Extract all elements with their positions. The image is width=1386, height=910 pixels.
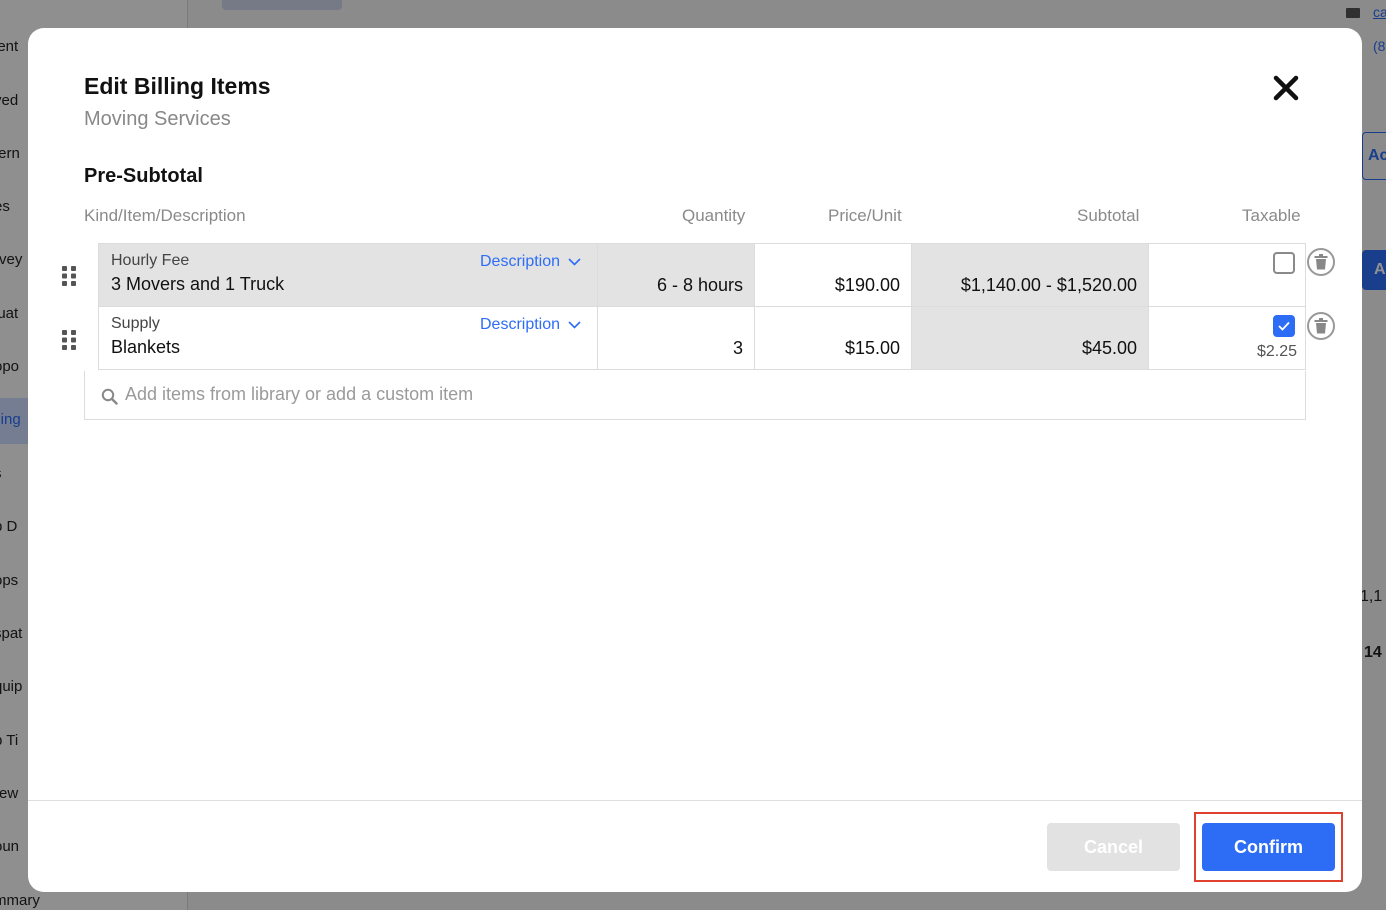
item-cell[interactable]: Hourly Fee 3 Movers and 1 Truck Descript… xyxy=(99,244,598,306)
quantity-cell[interactable]: 3 xyxy=(598,307,755,369)
item-cell[interactable]: Supply Blankets Description xyxy=(99,307,598,369)
chevron-down-icon xyxy=(568,258,581,266)
item-name: 3 Movers and 1 Truck xyxy=(111,274,285,294)
taxable-checkbox[interactable] xyxy=(1273,315,1295,337)
column-header-taxable: Taxable xyxy=(1242,206,1301,225)
subtotal-cell: $1,140.00 - $1,520.00 xyxy=(912,244,1149,306)
drag-grip-icon xyxy=(62,266,76,286)
taxable-cell: $2.25 xyxy=(1149,307,1307,369)
description-label: Description xyxy=(480,253,561,270)
item-kind: Hourly Fee xyxy=(111,252,190,269)
taxable-cell xyxy=(1149,244,1307,306)
confirm-button[interactable]: Confirm xyxy=(1202,823,1335,871)
section-title: Pre-Subtotal xyxy=(84,165,203,187)
quantity-cell[interactable]: 6 - 8 hours xyxy=(598,244,755,306)
add-item-row xyxy=(84,371,1306,420)
item-kind: Supply xyxy=(111,315,160,332)
table-row: Hourly Fee 3 Movers and 1 Truck Descript… xyxy=(98,243,1306,307)
quantity-value: 6 - 8 hours xyxy=(656,275,743,295)
column-header-subtotal: Subtotal xyxy=(1077,206,1140,225)
taxable-checkbox[interactable] xyxy=(1273,252,1295,274)
quantity-value: 3 xyxy=(732,338,743,358)
price-cell[interactable]: $190.00 xyxy=(755,244,912,306)
modal-subtitle: Moving Services xyxy=(84,108,231,130)
footer-divider xyxy=(28,800,1362,801)
subtotal-value: $1,140.00 - $1,520.00 xyxy=(960,275,1137,295)
cancel-button[interactable]: Cancel xyxy=(1047,823,1180,871)
subtotal-cell: $45.00 xyxy=(912,307,1149,369)
description-toggle[interactable]: Description xyxy=(480,316,581,334)
column-header-price: Price/Unit xyxy=(828,206,902,225)
add-item-input[interactable] xyxy=(125,371,1285,418)
description-label: Description xyxy=(480,316,561,333)
column-header-item: Kind/Item/Description xyxy=(84,206,246,225)
chevron-down-icon xyxy=(568,321,581,329)
close-icon xyxy=(1273,75,1299,101)
item-name: Blankets xyxy=(111,337,181,357)
tax-amount: $2.25 xyxy=(1256,343,1297,360)
drag-handle[interactable] xyxy=(61,265,77,287)
drag-handle[interactable] xyxy=(61,329,77,351)
edit-billing-items-modal: Edit Billing Items Moving Services Pre-S… xyxy=(28,28,1362,892)
subtotal-value: $45.00 xyxy=(1081,338,1137,358)
price-value: $15.00 xyxy=(844,338,900,358)
description-toggle[interactable]: Description xyxy=(480,253,581,271)
modal-title: Edit Billing Items xyxy=(84,73,271,99)
price-cell[interactable]: $15.00 xyxy=(755,307,912,369)
price-value: $190.00 xyxy=(834,275,900,295)
column-header-quantity: Quantity xyxy=(682,206,746,225)
search-icon xyxy=(101,388,118,405)
trash-icon xyxy=(1314,318,1328,334)
drag-grip-icon xyxy=(62,330,76,350)
close-button[interactable] xyxy=(1268,70,1304,106)
checkmark-icon xyxy=(1278,321,1290,331)
delete-item-button[interactable] xyxy=(1307,312,1335,340)
trash-icon xyxy=(1314,254,1328,270)
delete-item-button[interactable] xyxy=(1307,248,1335,276)
table-row: Supply Blankets Description 3 $15.00 $45… xyxy=(98,307,1306,370)
